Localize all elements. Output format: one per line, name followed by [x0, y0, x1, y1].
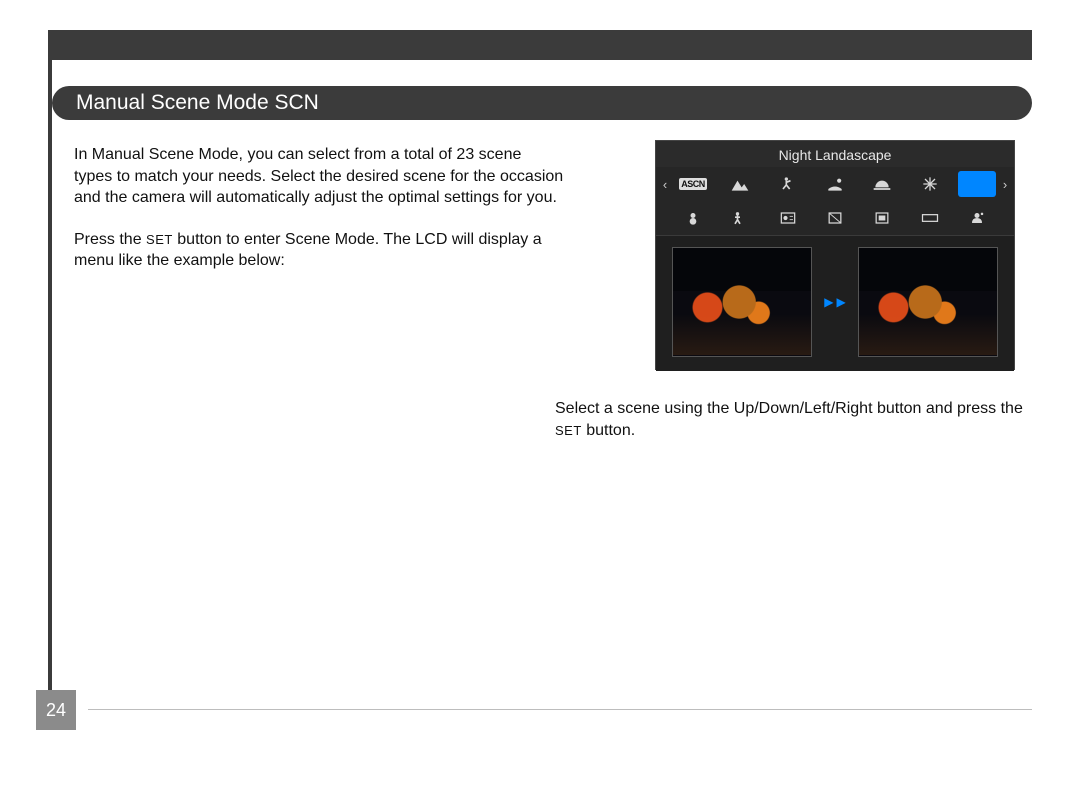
- scene-fireworks-icon[interactable]: [911, 171, 949, 197]
- scene-night-portrait-icon[interactable]: [958, 205, 996, 231]
- section-heading: Manual Scene Mode SCN: [52, 86, 1032, 120]
- lcd-preview: Night Landascape ‹ ASCN › ▶▶: [655, 140, 1015, 370]
- select-instruction: Select a scene using the Up/Down/Left/Ri…: [555, 398, 1025, 441]
- right-column: Select a scene using the Up/Down/Left/Ri…: [555, 398, 1025, 441]
- scene-beach-icon[interactable]: [816, 171, 854, 197]
- arrow-icon: ▶▶: [824, 295, 845, 309]
- intro-paragraph: In Manual Scene Mode, you can select fro…: [74, 144, 564, 209]
- scene-landscape-icon[interactable]: [721, 171, 759, 197]
- scene-id-photo-icon[interactable]: [769, 205, 807, 231]
- scene-glass-icon[interactable]: [816, 205, 854, 231]
- preview-after: [858, 247, 998, 357]
- icon-row-1: ‹ ASCN ›: [656, 167, 1014, 201]
- left-column: In Manual Scene Mode, you can select fro…: [74, 144, 564, 292]
- icon-row-2: [656, 201, 1014, 236]
- chevron-right-icon[interactable]: ›: [998, 177, 1012, 192]
- preview-before: [672, 247, 812, 357]
- footer-rule: [88, 709, 1032, 710]
- text-fragment: Press the: [74, 231, 146, 248]
- lcd-title: Night Landascape: [656, 141, 1014, 167]
- set-button-label: SET: [555, 423, 582, 438]
- top-bar: [48, 30, 1032, 60]
- scene-snow-icon[interactable]: [674, 205, 712, 231]
- text-fragment: button.: [582, 422, 635, 439]
- heading-text: Manual Scene Mode SCN: [76, 91, 319, 115]
- scene-ascn-icon[interactable]: ASCN: [674, 171, 712, 197]
- chevron-left-icon[interactable]: ‹: [658, 177, 672, 192]
- scene-sport-icon[interactable]: [769, 171, 807, 197]
- page-number: 24: [36, 690, 76, 730]
- left-rule: [48, 30, 52, 730]
- scene-sunset-icon[interactable]: [863, 171, 901, 197]
- set-button-label: SET: [146, 232, 173, 247]
- instruction-paragraph: Press the SET button to enter Scene Mode…: [74, 229, 564, 272]
- preview-strip: ▶▶: [656, 236, 1014, 371]
- scene-museum-icon[interactable]: [863, 205, 901, 231]
- scene-children-icon[interactable]: [721, 205, 759, 231]
- scene-panorama-icon[interactable]: [911, 205, 949, 231]
- page-number-text: 24: [46, 700, 66, 721]
- text-fragment: Select a scene using the Up/Down/Left/Ri…: [555, 400, 1023, 417]
- scene-night-landscape-icon[interactable]: [958, 171, 996, 197]
